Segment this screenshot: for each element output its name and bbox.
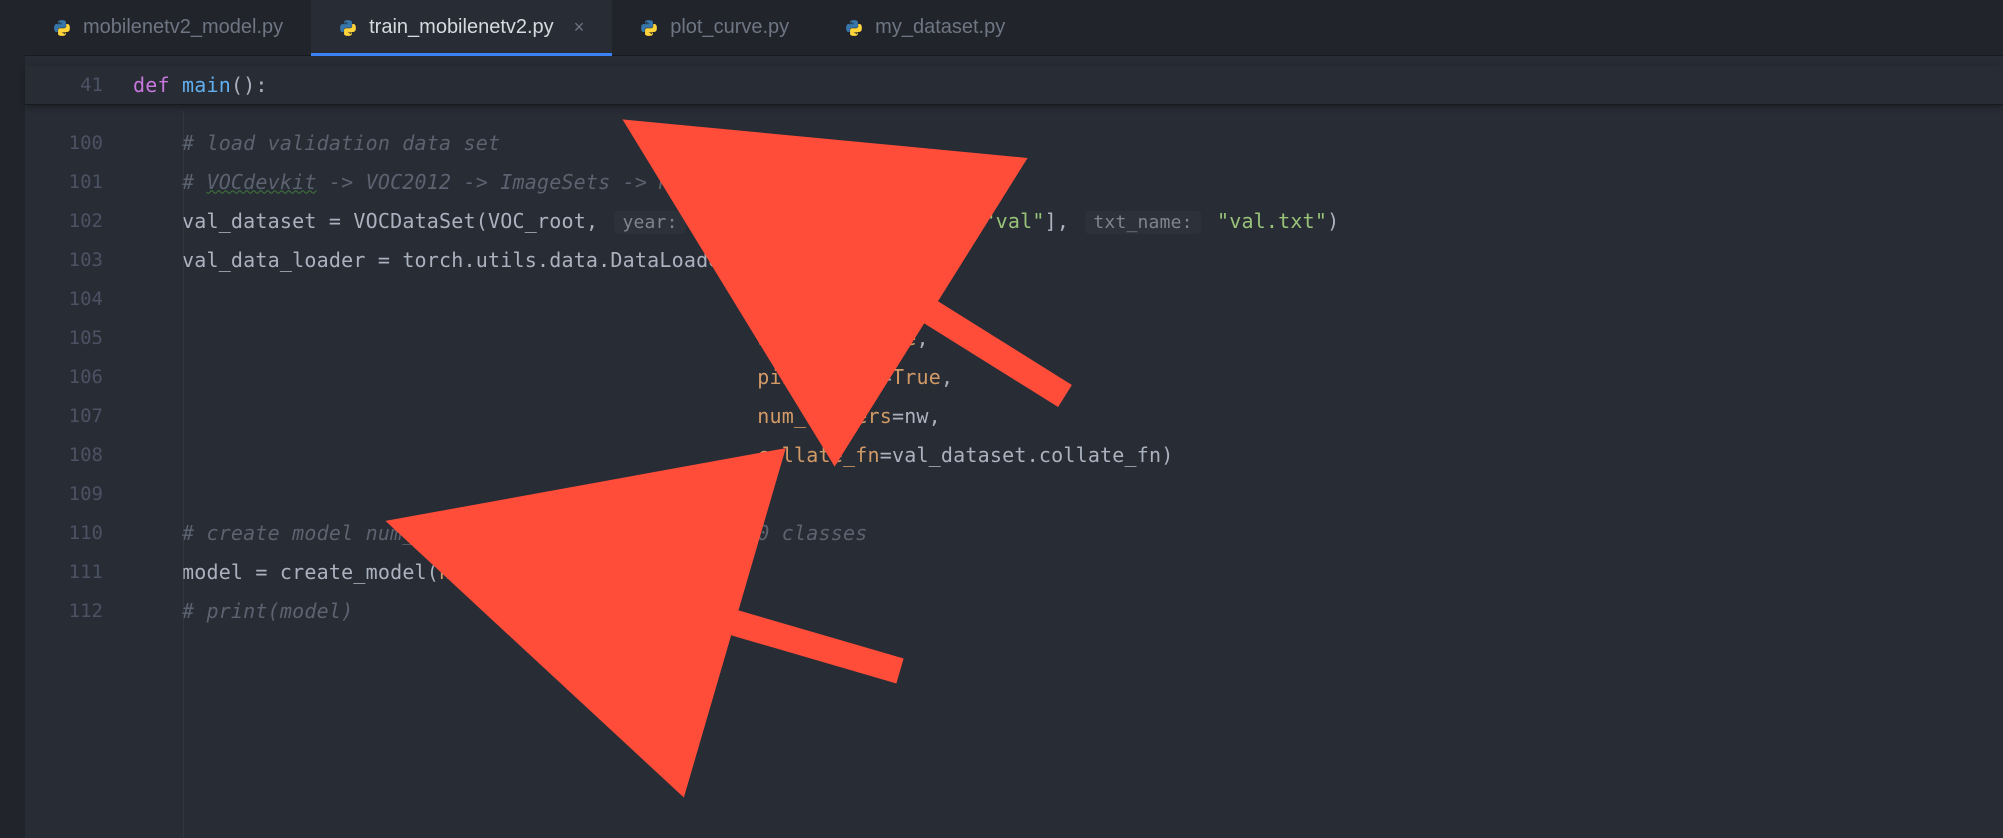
editor: mobilenetv2_model.py train_mobilenetv2.p… [25, 0, 2003, 838]
code-editor[interactable]: 41 def main(): 100 # load validation dat… [25, 56, 2003, 838]
code-line[interactable]: 101 # VOCdevkit -> VOC2012 -> ImageSets … [25, 162, 2003, 201]
code-text: # VOCdevkit -> VOC2012 -> ImageSets -> M… [133, 170, 2003, 194]
code-line[interactable]: 105 shuffle=False, [25, 318, 2003, 357]
line-number: 100 [25, 132, 133, 154]
code-text: pin_memory=True, [133, 365, 2003, 389]
python-icon [640, 19, 658, 37]
line-number: 101 [25, 171, 133, 193]
code-text: model = create_model(num_classes=3) [133, 560, 2003, 584]
sticky-scroll-line[interactable]: 41 def main(): [25, 66, 2003, 105]
line-number: 105 [25, 327, 133, 349]
line-number: 108 [25, 444, 133, 466]
close-icon[interactable]: × [574, 17, 585, 38]
python-icon [53, 19, 71, 37]
python-icon [845, 19, 863, 37]
code-line[interactable]: 109 [25, 474, 2003, 513]
code-text: def main(): [133, 73, 2003, 97]
indent-guide [183, 111, 184, 838]
tab-my-dataset[interactable]: my_dataset.py [817, 0, 1033, 55]
code-text: # print(model) [133, 599, 2003, 623]
code-text: shuffle=False, [133, 326, 2003, 350]
tab-plot-curve[interactable]: plot_curve.py [612, 0, 817, 55]
code-line[interactable]: 100 # load validation data set [25, 123, 2003, 162]
tab-label: plot_curve.py [670, 16, 789, 39]
code-text: # load validation data set [133, 131, 2003, 155]
line-number: 41 [25, 74, 133, 96]
tab-label: train_mobilenetv2.py [369, 16, 554, 39]
code-line[interactable]: 102 val_dataset = VOCDataSet(VOC_root, y… [25, 201, 2003, 240]
tab-label: my_dataset.py [875, 16, 1005, 39]
code-text: num_workers=nw, [133, 404, 2003, 428]
tab-train-mobilenetv2[interactable]: train_mobilenetv2.py × [311, 0, 612, 55]
line-number: 102 [25, 210, 133, 232]
tab-label: mobilenetv2_model.py [83, 16, 283, 39]
code-line[interactable]: 111 model = create_model(num_classes=3) [25, 552, 2003, 591]
tab-mobilenetv2-model[interactable]: mobilenetv2_model.py [25, 0, 311, 55]
code-line[interactable]: 107 num_workers=nw, [25, 396, 2003, 435]
inlay-hint: year: [614, 211, 685, 234]
line-number: 103 [25, 249, 133, 271]
code-text: val_data_loader = torch.utils.data.DataL… [133, 248, 2003, 272]
code-text: collate_fn=val_dataset.collate_fn) [133, 443, 2003, 467]
code-line[interactable]: 103 val_data_loader = torch.utils.data.D… [25, 240, 2003, 279]
code-text: # create model num_classes equal backgro… [133, 521, 2003, 545]
line-number: 112 [25, 600, 133, 622]
line-number: 107 [25, 405, 133, 427]
activity-bar [0, 0, 25, 838]
code-line[interactable]: 112 # print(model) [25, 591, 2003, 630]
line-number: 111 [25, 561, 133, 583]
code-text: val_dataset = VOCDataSet(VOC_root, year:… [133, 209, 2003, 233]
code-line[interactable]: 110 # create model num_classes equal bac… [25, 513, 2003, 552]
tab-bar: mobilenetv2_model.py train_mobilenetv2.p… [25, 0, 2003, 56]
python-icon [339, 19, 357, 37]
line-number: 110 [25, 522, 133, 544]
inlay-hint: txt_name: [1085, 211, 1200, 234]
code-line[interactable]: 106 pin_memory=True, [25, 357, 2003, 396]
line-number: 104 [25, 288, 133, 310]
code-line[interactable]: 104 batch_size=1, [25, 279, 2003, 318]
code-text: batch_size=1, [133, 287, 2003, 311]
line-number: 109 [25, 483, 133, 505]
line-number: 106 [25, 366, 133, 388]
code-line[interactable]: 108 collate_fn=val_dataset.collate_fn) [25, 435, 2003, 474]
